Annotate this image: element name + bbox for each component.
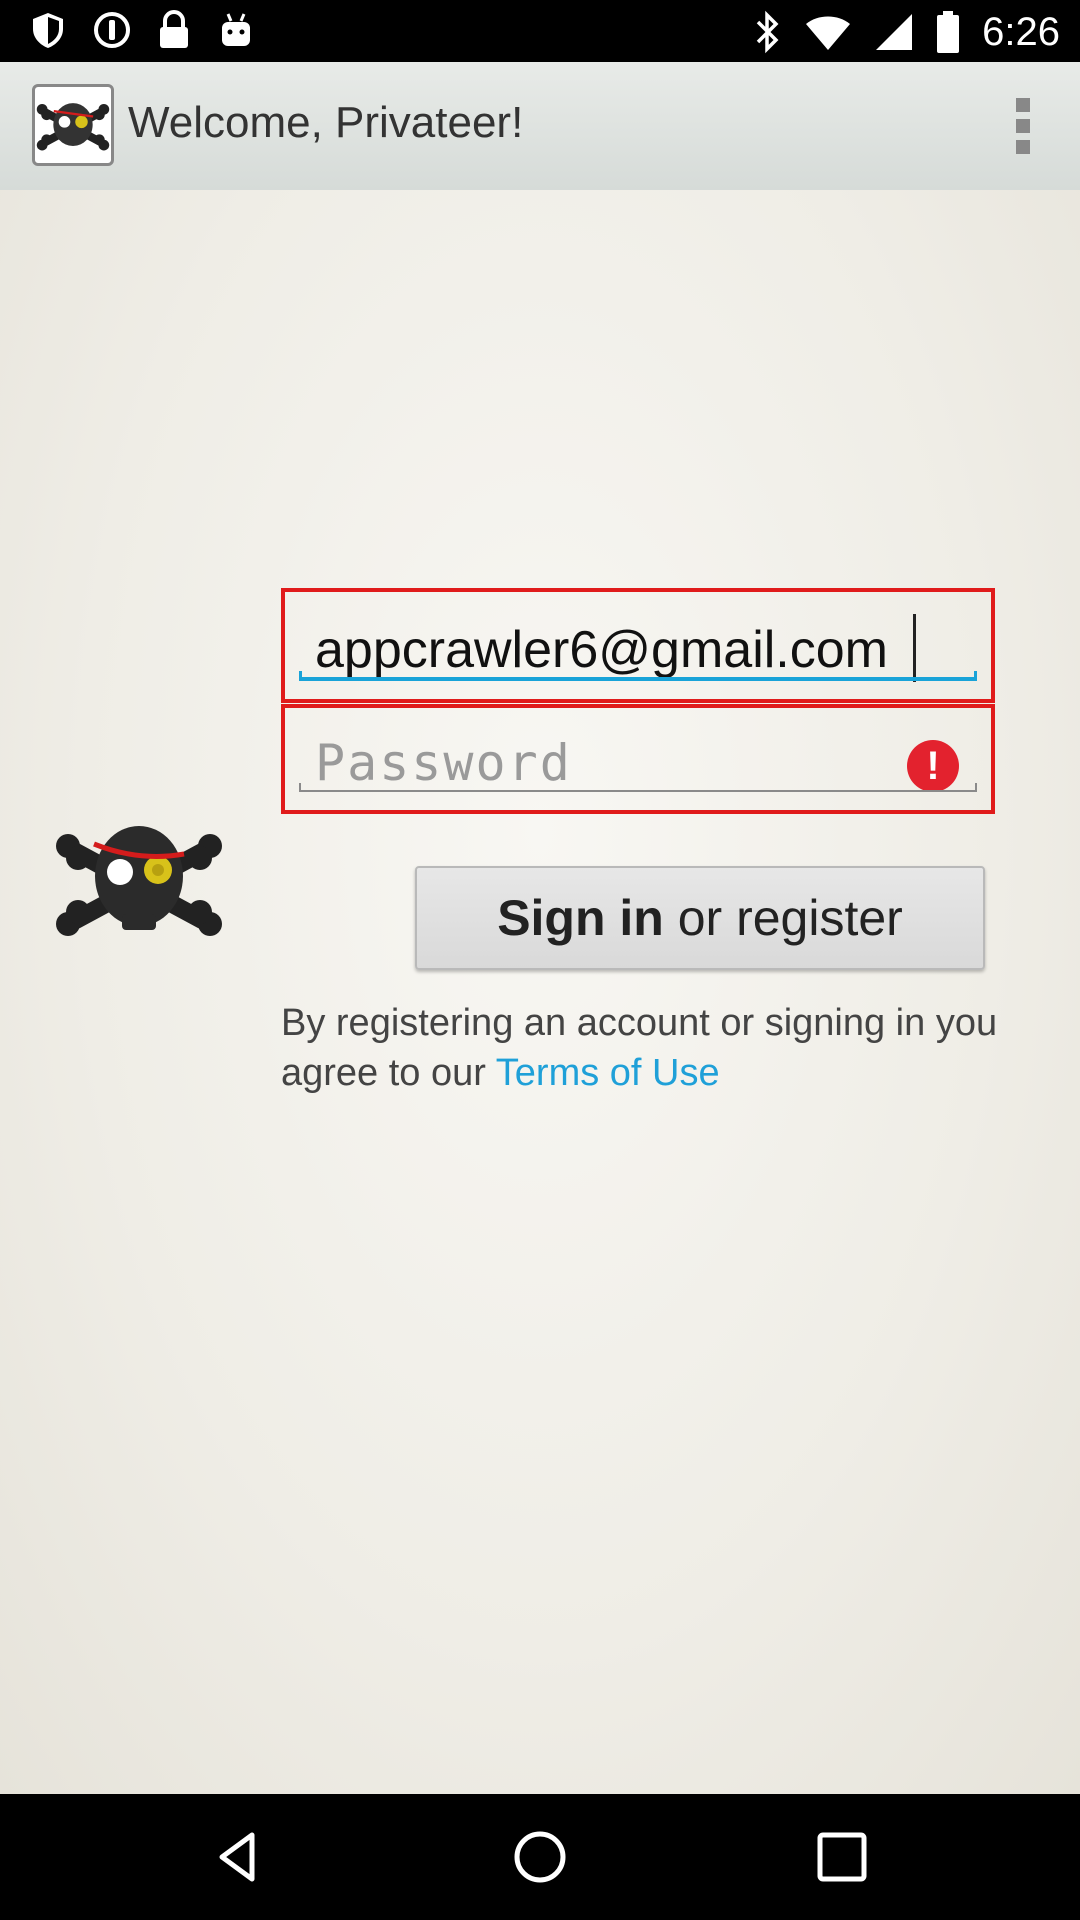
email-underline	[299, 671, 977, 681]
recents-icon[interactable]	[812, 1827, 872, 1887]
status-time: 6:26	[982, 10, 1060, 54]
shield-icon	[33, 13, 63, 48]
password-field[interactable]: Password !	[291, 716, 985, 802]
password-placeholder: Password	[315, 734, 572, 792]
skull-crossbones-icon	[56, 826, 222, 936]
terms-notice: By registering an account or signing in …	[281, 998, 1011, 1098]
sign-in-label-rest: or register	[663, 890, 903, 946]
sign-in-button[interactable]: Sign in or register	[415, 866, 985, 970]
sign-in-label-bold: Sign in	[497, 890, 664, 946]
email-field[interactable]: appcrawler6@gmail.com	[291, 600, 985, 691]
status-bar: 6:26	[0, 0, 1080, 62]
action-bar: Welcome, Privateer!	[0, 62, 1080, 192]
email-field-frame: appcrawler6@gmail.com	[281, 588, 995, 703]
password-field-frame: Password !	[281, 704, 995, 814]
battery-icon	[937, 11, 960, 53]
login-screen: appcrawler6@gmail.com Password ! Sign in…	[0, 190, 1080, 1794]
email-value: appcrawler6@gmail.com	[315, 621, 888, 679]
skull-crossbones-icon	[36, 103, 110, 151]
more-vert-icon[interactable]	[1006, 94, 1040, 158]
bluetooth-icon	[756, 10, 779, 54]
status-icons-right: 6:26	[754, 4, 1060, 60]
terms-of-use-link[interactable]: Terms of Use	[496, 1052, 720, 1094]
wifi-icon	[806, 16, 851, 50]
error-icon[interactable]: !	[907, 740, 959, 792]
android-icon	[222, 13, 250, 46]
status-icons-left	[28, 10, 256, 50]
app-icon[interactable]	[32, 84, 114, 166]
info-circle-icon	[94, 12, 130, 48]
lock-icon	[160, 10, 188, 48]
signal-icon	[876, 14, 913, 50]
password-underline	[299, 783, 977, 792]
text-cursor	[913, 614, 916, 682]
home-icon[interactable]	[510, 1827, 570, 1887]
page-title: Welcome, Privateer!	[128, 98, 524, 147]
back-icon[interactable]	[208, 1827, 268, 1887]
navigation-bar	[0, 1794, 1080, 1920]
